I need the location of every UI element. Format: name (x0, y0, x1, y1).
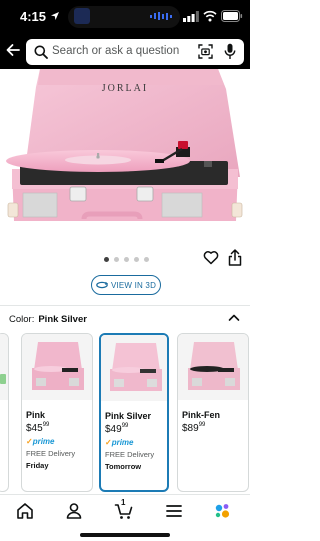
prime-badge: ✓prime (105, 438, 134, 447)
chevron-up-icon[interactable] (228, 313, 240, 322)
search-icon (34, 45, 48, 59)
color-label: Color: (9, 314, 35, 325)
location-arrow-icon (51, 12, 59, 20)
app-activity-icon (74, 8, 90, 24)
color-swatch-partial[interactable] (0, 333, 9, 492)
share-icon[interactable] (228, 249, 242, 266)
color-swatch-list: Pink $4599 ✓prime FREE Delivery Friday P… (0, 333, 250, 493)
delivery-text: FREE Delivery (105, 450, 155, 459)
account-icon[interactable] (64, 501, 84, 521)
carousel-dot[interactable] (134, 257, 139, 262)
color-swatch-pink-silver[interactable]: Pink Silver $4999 ✓prime FREE Delivery T… (99, 333, 169, 492)
carousel-dot[interactable] (114, 257, 119, 262)
view-in-3d-button[interactable]: VIEW IN 3D (91, 275, 161, 295)
home-icon[interactable] (15, 501, 35, 521)
delivery-day: Friday (26, 461, 49, 470)
delivery-text: FREE Delivery (26, 449, 76, 458)
wifi-icon (203, 10, 217, 22)
prime-check-icon: ✓ (105, 438, 112, 447)
mini-turntable-icon (110, 343, 162, 391)
search-input[interactable]: Search or ask a question (26, 39, 244, 65)
view-in-3d-label: VIEW IN 3D (110, 280, 157, 290)
home-indicator (80, 533, 170, 537)
swatch-price: $4599 (26, 422, 50, 434)
carousel-dot[interactable] (124, 257, 129, 262)
color-swatch-pink-fen[interactable]: Pink-Fen $8999 (177, 333, 249, 492)
carousel-dot[interactable] (104, 257, 109, 262)
swatch-price: $4999 (105, 423, 129, 435)
status-time: 4:15 (20, 9, 47, 24)
audio-bars-icon (150, 12, 174, 20)
carousel-dot[interactable] (144, 257, 149, 262)
menu-icon[interactable] (164, 501, 184, 521)
swatch-image (178, 334, 248, 400)
prime-badge: ✓prime (26, 437, 55, 446)
search-header: Search or ask a question (0, 33, 250, 69)
microphone-icon[interactable] (224, 43, 236, 60)
prime-check-icon: ✓ (26, 437, 33, 446)
swatch-image (0, 334, 8, 400)
ai-assistant-icon[interactable] (212, 501, 232, 521)
search-placeholder: Search or ask a question (52, 45, 180, 57)
swatch-image (101, 335, 167, 401)
selected-color: Pink Silver (38, 314, 87, 325)
battery-icon (221, 10, 243, 22)
color-selector-header[interactable]: Color: Pink Silver (9, 314, 87, 325)
section-divider (0, 305, 250, 306)
product-image[interactable]: JORLAI (0, 69, 250, 244)
cell-signal-icon (183, 11, 199, 22)
heart-icon[interactable] (203, 250, 219, 265)
back-arrow-icon[interactable] (5, 42, 21, 58)
swatch-name: Pink Silver (105, 411, 152, 421)
cart-count-badge: 1 (121, 498, 126, 507)
swatch-image (22, 334, 92, 400)
carousel-dots[interactable] (104, 257, 149, 262)
turntable-image: JORLAI (6, 69, 243, 221)
camera-scan-icon[interactable] (198, 44, 213, 59)
color-swatch-pink[interactable]: Pink $4599 ✓prime FREE Delivery Friday (21, 333, 93, 492)
delivery-day: Tomorrow (105, 462, 142, 471)
3d-view-icon (96, 281, 108, 289)
swatch-name: Pink (26, 410, 46, 420)
mini-turntable-icon (188, 342, 240, 390)
swatch-price: $8999 (182, 422, 206, 434)
swatch-name: Pink-Fen (182, 410, 221, 420)
status-bar: 4:15 (0, 0, 250, 33)
mini-turntable-icon (32, 342, 84, 390)
swatch-image-detail (0, 374, 6, 384)
brand-label: JORLAI (102, 83, 148, 94)
